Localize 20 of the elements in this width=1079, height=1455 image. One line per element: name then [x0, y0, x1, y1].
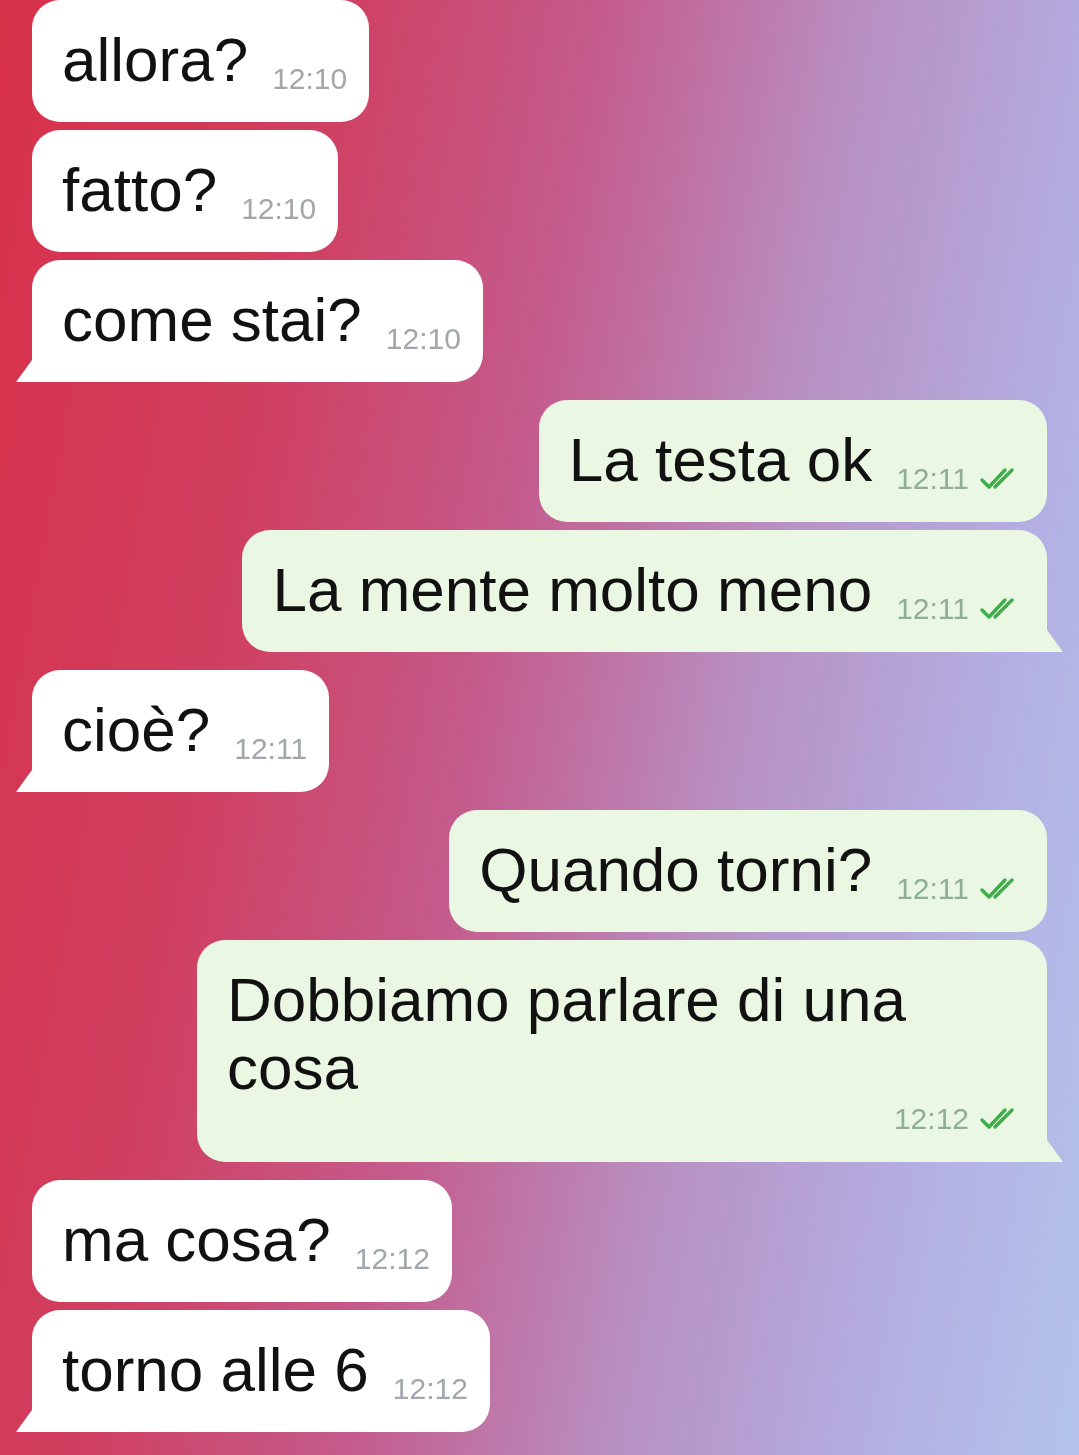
message-text: Dobbiamo parlare di una cosa: [227, 966, 907, 1102]
message-time: 12:10: [385, 322, 461, 356]
message-time: 12:11: [896, 872, 969, 906]
message-text: come stai?: [62, 286, 362, 354]
message-text: La testa ok: [568, 426, 873, 494]
message-time: 12:12: [392, 1372, 468, 1406]
message-time: 12:10: [241, 192, 317, 226]
message-text: ma cosa?: [62, 1206, 331, 1274]
message-text: torno alle 6: [62, 1336, 369, 1404]
message-text: La mente molto meno: [272, 556, 873, 624]
message-time: 12:11: [896, 462, 969, 496]
message-text: cioè?: [62, 696, 211, 764]
message-text: allora?: [62, 26, 249, 94]
message-time: 12:10: [272, 62, 348, 96]
message-time: 12:11: [234, 732, 308, 766]
message-time: 12:12: [893, 1102, 969, 1136]
message-text: Quando torni?: [479, 836, 873, 904]
message-time: 12:11: [896, 592, 969, 626]
message-text: fatto?: [62, 156, 218, 224]
message-time: 12:12: [354, 1242, 430, 1276]
